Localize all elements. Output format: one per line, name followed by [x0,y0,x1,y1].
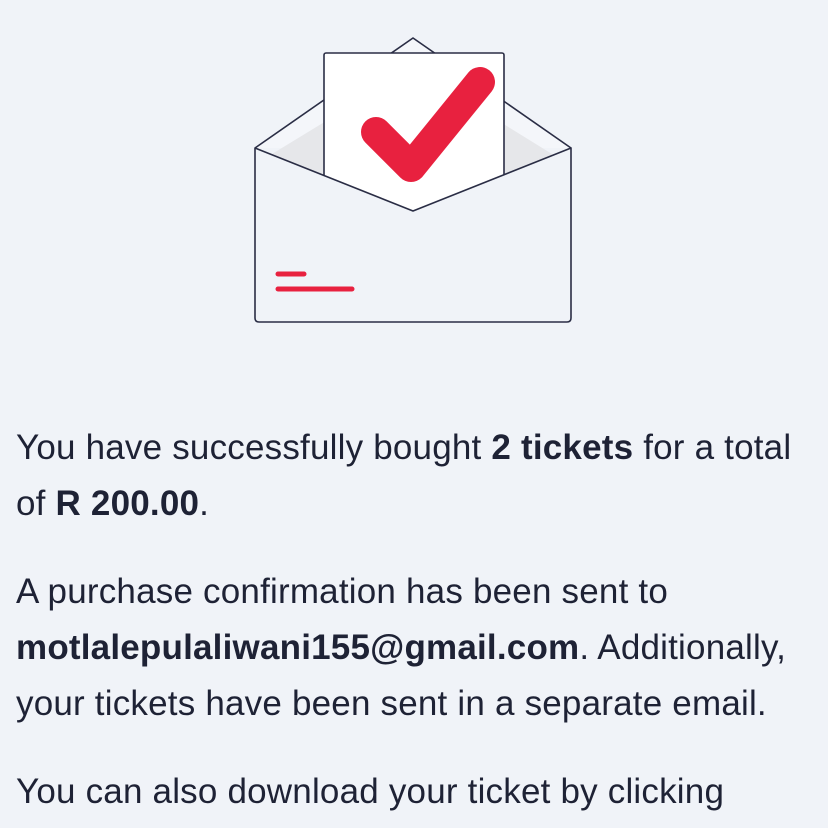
envelope-with-checkmark-icon [254,37,572,323]
confirmation-message: You have successfully bought 2 tickets f… [16,420,816,828]
confirmation-email-text: A purchase confirmation has been sent to… [16,572,787,723]
ticket-count: 2 tickets [491,428,634,467]
confirmation-illustration [252,36,574,328]
purchase-summary-text: You have successfully bought 2 tickets f… [16,428,792,523]
download-ticket-text: You can also download your ticket by cli… [16,772,725,811]
recipient-email: motlalepulaliwani155@gmail.com [16,628,580,667]
total-amount: R 200.00 [55,484,200,523]
